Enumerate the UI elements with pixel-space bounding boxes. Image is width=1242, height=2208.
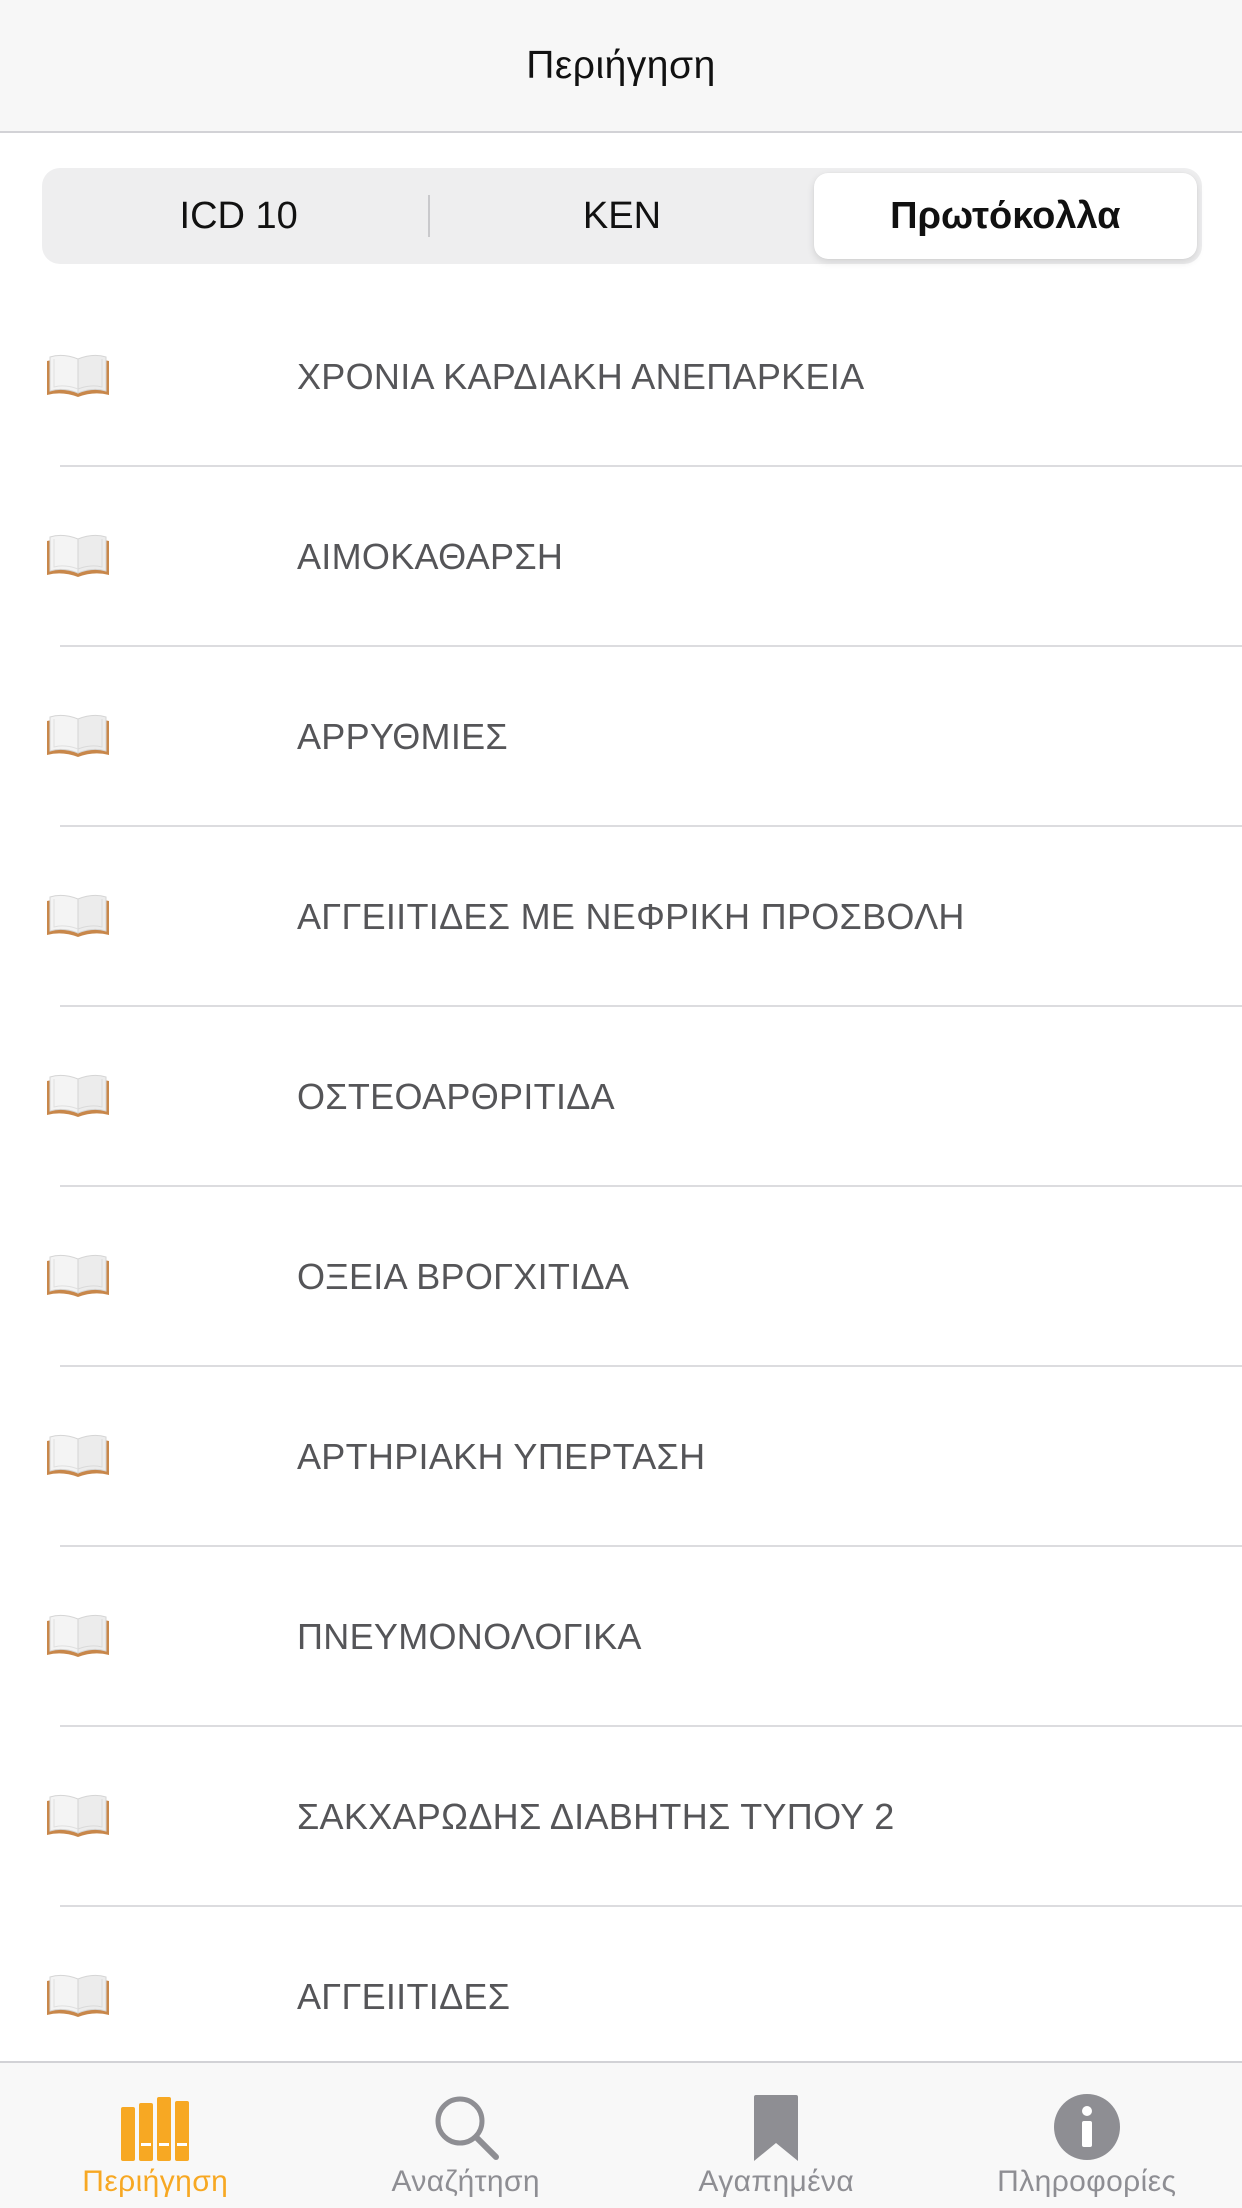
protocols-list: ΧΡΟΝΙΑ ΚΑΡΔΙΑΚΗ ΑΝΕΠΑΡΚΕΙΑ ΑΙΜΟΚΑΘΑΡΣΗ Α… xyxy=(0,287,1242,2087)
navigation-bar: Περιήγηση xyxy=(0,0,1242,133)
page-title: Περιήγηση xyxy=(526,43,716,87)
list-item-label: ΟΣΤΕΟΑΡΘΡΙΤΙΔΑ xyxy=(297,1076,615,1117)
list-item[interactable]: ΟΞΕΙΑ ΒΡΟΓΧΙΤΙΔΑ xyxy=(0,1187,1242,1367)
search-icon xyxy=(435,2096,499,2160)
tab-label: Περιήγηση xyxy=(82,2165,229,2198)
list-item-label: ΑΓΓΕΙΙΤΙΔΕΣ xyxy=(297,1976,511,2017)
book-icon xyxy=(47,1254,109,1297)
list-item-label: ΑΡΤΗΡΙΑΚΗ ΥΠΕΡΤΑΣΗ xyxy=(297,1436,706,1477)
library-icon xyxy=(121,2097,190,2161)
list-item-label: ΑΡΡΥΘΜΙΕΣ xyxy=(297,716,508,757)
tab-favorites[interactable]: Αγαπημένα xyxy=(621,2063,932,2208)
book-icon xyxy=(47,1074,109,1117)
list-item[interactable]: ΠΝΕΥΜΟΝΟΛΟΓΙΚΑ xyxy=(0,1547,1242,1727)
book-icon xyxy=(47,894,109,937)
book-icon xyxy=(47,354,109,397)
book-icon xyxy=(47,714,109,757)
book-icon xyxy=(47,1974,109,2017)
tab-browse[interactable]: Περιήγηση xyxy=(0,2063,311,2208)
list-item-label: ΟΞΕΙΑ ΒΡΟΓΧΙΤΙΔΑ xyxy=(297,1256,630,1297)
segment-label: ΚΕΝ xyxy=(582,194,662,237)
list-item-label: ΧΡΟΝΙΑ ΚΑΡΔΙΑΚΗ ΑΝΕΠΑΡΚΕΙΑ xyxy=(297,356,865,397)
list-item-label: ΑΓΓΕΙΙΤΙΔΕΣ ΜΕ ΝΕΦΡΙΚΗ ΠΡΟΣΒΟΛΗ xyxy=(297,896,965,937)
list-item[interactable]: ΟΣΤΕΟΑΡΘΡΙΤΙΔΑ xyxy=(0,1007,1242,1187)
list-item-label: ΣΑΚΧΑΡΩΔΗΣ ΔΙΑΒΗΤΗΣ ΤΥΠΟΥ 2 xyxy=(297,1796,895,1837)
segment-protocols[interactable]: Πρωτόκολλα xyxy=(813,173,1197,259)
list-item[interactable]: ΑΓΓΕΙΙΤΙΔΕΣ xyxy=(0,1907,1242,2087)
list-item[interactable]: ΑΙΜΟΚΑΘΑΡΣΗ xyxy=(0,467,1242,647)
segment-icd10[interactable]: ICD 10 xyxy=(47,173,431,259)
list-item[interactable]: ΑΡΤΗΡΙΑΚΗ ΥΠΕΡΤΑΣΗ xyxy=(0,1367,1242,1547)
book-icon xyxy=(47,534,109,577)
list-item[interactable]: ΑΡΡΥΘΜΙΕΣ xyxy=(0,647,1242,827)
app-screen: Περιήγηση ICD 10 ΚΕΝ Πρωτόκολλα ΧΡΟΝΙΑ Κ… xyxy=(0,0,1242,2208)
segment-label: Πρωτόκολλα xyxy=(890,194,1121,237)
bookmark-icon xyxy=(754,2095,799,2161)
book-icon xyxy=(47,1794,109,1837)
tab-label: Αναζήτηση xyxy=(391,2165,541,2198)
tab-search[interactable]: Αναζήτηση xyxy=(311,2063,622,2208)
segment-ken[interactable]: ΚΕΝ xyxy=(430,173,813,259)
list-item-label: ΠΝΕΥΜΟΝΟΛΟΓΙΚΑ xyxy=(297,1616,642,1657)
tab-label: Αγαπημένα xyxy=(698,2165,855,2198)
list-item[interactable]: ΑΓΓΕΙΙΤΙΔΕΣ ΜΕ ΝΕΦΡΙΚΗ ΠΡΟΣΒΟΛΗ xyxy=(0,827,1242,1007)
info-icon xyxy=(1053,2094,1120,2160)
list-item[interactable]: ΧΡΟΝΙΑ ΚΑΡΔΙΑΚΗ ΑΝΕΠΑΡΚΕΙΑ xyxy=(0,287,1242,467)
tab-bar: Περιήγηση Αναζήτηση Αγαπημένα Πληροφορίε… xyxy=(0,2061,1242,2208)
list-item[interactable]: ΣΑΚΧΑΡΩΔΗΣ ΔΙΑΒΗΤΗΣ ΤΥΠΟΥ 2 xyxy=(0,1727,1242,1907)
book-icon xyxy=(47,1434,109,1477)
tab-info[interactable]: Πληροφορίες xyxy=(932,2063,1242,2208)
book-icon xyxy=(47,1614,109,1657)
segment-label: ICD 10 xyxy=(179,194,298,237)
segmented-control: ICD 10 ΚΕΝ Πρωτόκολλα xyxy=(42,168,1202,264)
list-item-label: ΑΙΜΟΚΑΘΑΡΣΗ xyxy=(297,536,564,577)
tab-label: Πληροφορίες xyxy=(997,2165,1177,2198)
